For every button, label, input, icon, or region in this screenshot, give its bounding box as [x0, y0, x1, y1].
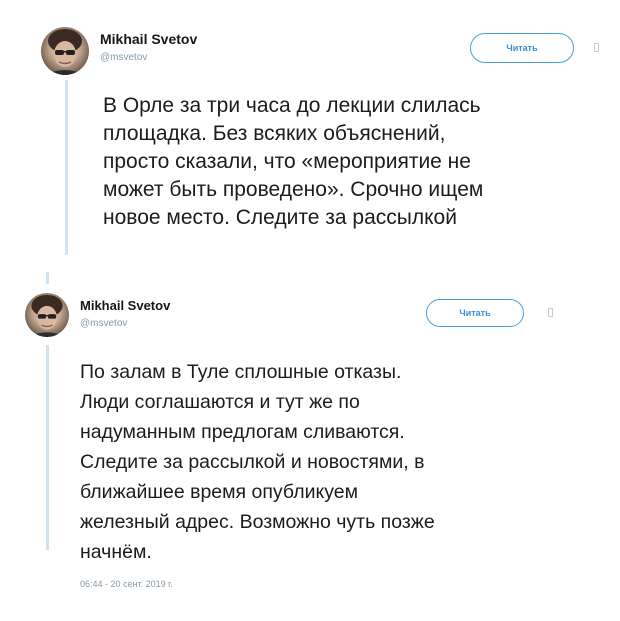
author-handle[interactable]: @msvetov — [100, 52, 147, 63]
more-options-icon[interactable] — [594, 43, 599, 52]
tweet-text: В Орле за три часа до лекции слилась пло… — [103, 94, 484, 229]
author-handle[interactable]: @msvetov — [80, 318, 127, 329]
more-options-icon[interactable] — [548, 308, 553, 317]
thread-line-bottom — [46, 345, 49, 550]
thread-line-top — [65, 80, 68, 255]
author-name[interactable]: Mikhail Svetov — [100, 31, 197, 47]
avatar[interactable] — [41, 27, 89, 75]
tweet-text: По залам в Туле сплошные отказы. Люди со… — [80, 361, 435, 563]
author-name[interactable]: Mikhail Svetov — [80, 298, 170, 313]
thread-connector — [46, 272, 49, 284]
follow-button[interactable]: Читать — [426, 299, 524, 327]
avatar[interactable] — [25, 293, 69, 337]
follow-button[interactable]: Читать — [470, 33, 574, 63]
tweet-thread: Mikhail Svetov @msvetov Читать В Орле за… — [0, 0, 620, 621]
tweet-timestamp[interactable]: 06:44 - 20 сент. 2019 г. — [80, 579, 173, 589]
